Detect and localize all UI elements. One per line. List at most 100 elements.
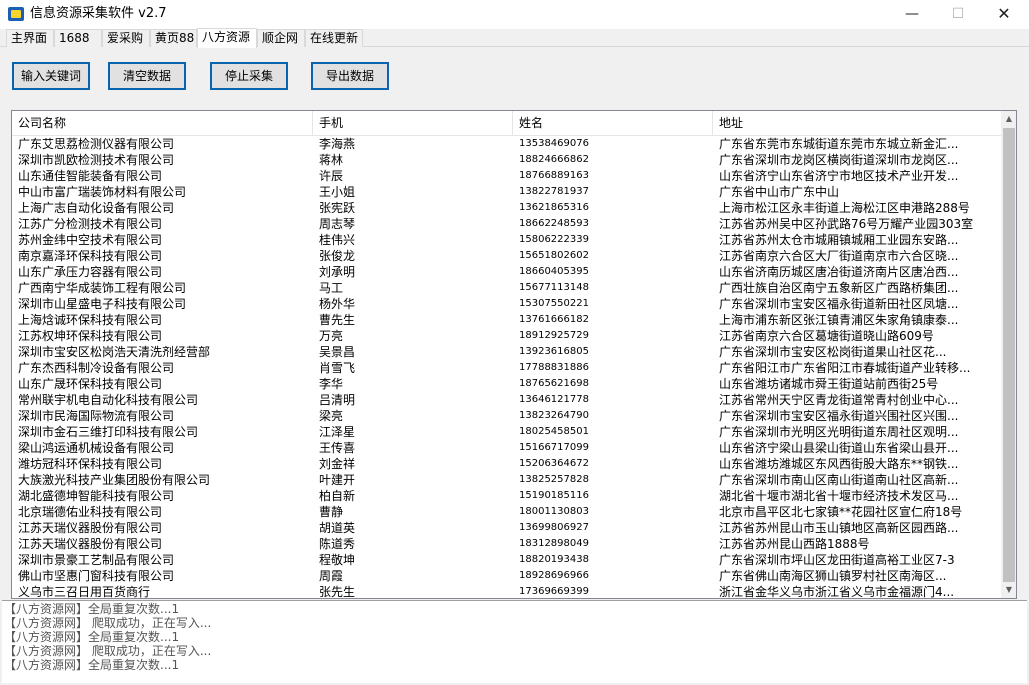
column-header-company[interactable]: 公司名称 bbox=[12, 111, 313, 136]
cell-address: 山东省潍坊潍城区东风西街股大路东**钢铁... bbox=[719, 457, 959, 471]
tab-online-update[interactable]: 在线更新 bbox=[305, 29, 363, 47]
table-row[interactable]: 广东艾思荔检测仪器有限公司 李海燕 13538469076 广东省东莞市东城街道东莞市… bbox=[12, 136, 1002, 152]
cell-name: 15166717099 bbox=[519, 442, 589, 453]
column-header-phone[interactable]: 手机 bbox=[313, 111, 513, 136]
cell-address: 广东省东莞市东城街道东莞市东城立新金汇... bbox=[719, 137, 959, 151]
cell-company: 深圳市凯欧检测技术有限公司 bbox=[18, 153, 175, 167]
cell-name: 13923616805 bbox=[519, 346, 589, 357]
minimize-button[interactable]: — bbox=[889, 0, 935, 29]
table-row[interactable]: 江苏权坤环保科技有限公司 万亮 18912925729 江苏省南京六合区葛塘街道晓山路… bbox=[12, 328, 1002, 344]
scroll-up-icon[interactable]: ▲ bbox=[1001, 111, 1016, 127]
table-row[interactable]: 佛山市坚惠门窗科技有限公司 周霞 18928696966 广东省佛山南海区狮山镇罗村社… bbox=[12, 568, 1002, 584]
cell-phone: 张宪跃 bbox=[319, 201, 356, 215]
cell-name: 18820193438 bbox=[519, 554, 589, 565]
column-header-address[interactable]: 地址 bbox=[713, 111, 1002, 136]
app-logo-icon bbox=[8, 7, 24, 21]
cell-address: 广东省阳江市广东省阳江市春城街道产业转移... bbox=[719, 361, 971, 375]
table-row[interactable]: 山东广承压力容器有限公司 刘承明 18660405395 山东省济南历城区唐冶街道济南… bbox=[12, 264, 1002, 280]
cell-address: 湖北省十堰市湖北省十堰市经济技术发区马... bbox=[719, 489, 959, 503]
cell-phone: 吴景昌 bbox=[319, 345, 356, 359]
vertical-scrollbar[interactable]: ▲ ▼ bbox=[1001, 111, 1016, 598]
table-row[interactable]: 深圳市民海国际物流有限公司 梁亮 13823264790 广东省深圳市宝安区福永街道兴… bbox=[12, 408, 1002, 424]
cell-phone: 陈道秀 bbox=[319, 537, 356, 551]
table-row[interactable]: 北京瑞德佑业科技有限公司 曹静 18001130803 北京市昌平区北七家镇**花园社… bbox=[12, 504, 1002, 520]
table-row[interactable]: 深圳市凯欧检测技术有限公司 蒋林 18824666862 广东省深圳市龙岗区横岗街道深… bbox=[12, 152, 1002, 168]
cell-company: 南京嘉泽环保科技有限公司 bbox=[18, 249, 163, 263]
cell-address: 江苏省苏州吴中区孙武路76号万耀产业园303室 bbox=[719, 217, 974, 231]
table-row[interactable]: 义乌市三召日用百货商行 张先生 17369669399 浙江省金华义乌市浙江省义乌市金… bbox=[12, 584, 1002, 599]
cell-name: 15677113148 bbox=[519, 282, 589, 293]
cell-company: 深圳市山星盛电子科技有限公司 bbox=[18, 297, 187, 311]
table-row[interactable]: 上海焓诚环保科技有限公司 曹先生 13761666182 上海市浦东新区张江镇青浦区朱… bbox=[12, 312, 1002, 328]
table-row[interactable]: 梁山鸿运通机械设备有限公司 王传喜 15166717099 山东省济宁梁山县梁山街道山… bbox=[12, 440, 1002, 456]
table-row[interactable]: 南京嘉泽环保科技有限公司 张俊龙 15651802602 江苏省南京六合区大厂街道南京… bbox=[12, 248, 1002, 264]
table-row[interactable]: 江苏广分检测技术有限公司 周志琴 18662248593 江苏省苏州吴中区孙武路76号… bbox=[12, 216, 1002, 232]
table-row[interactable]: 湖北盛德坤智能科技有限公司 柏自新 15190185116 湖北省十堰市湖北省十堰市经… bbox=[12, 488, 1002, 504]
input-keywords-button[interactable]: 输入关键词 bbox=[12, 62, 90, 90]
table-row[interactable]: 潍坊冠科环保科技有限公司 刘金祥 15206364672 山东省潍坊潍城区东风西街股大… bbox=[12, 456, 1002, 472]
cell-company: 江苏天瑞仪器股份有限公司 bbox=[18, 537, 163, 551]
cell-phone: 张先生 bbox=[319, 585, 356, 599]
cell-phone: 叶建开 bbox=[319, 473, 356, 487]
tab-bafang[interactable]: 八方资源 bbox=[197, 28, 257, 48]
cell-address: 江苏省南京六合区葛塘街道晓山路609号 bbox=[719, 329, 934, 343]
table-row[interactable]: 中山市富广瑞装饰材料有限公司 王小姐 13822781937 广东省中山市广东中山 bbox=[12, 184, 1002, 200]
table-row[interactable]: 上海广志自动化设备有限公司 张宪跃 13621865316 上海市松江区永丰街道上海松… bbox=[12, 200, 1002, 216]
cell-phone: 许辰 bbox=[319, 169, 344, 183]
tab-aicaigou[interactable]: 爱采购 bbox=[102, 29, 150, 47]
scroll-down-icon[interactable]: ▼ bbox=[1001, 582, 1016, 598]
table-row[interactable]: 广西南宁华成装饰工程有限公司 马工 15677113148 广西壮族自治区南宁五象新区… bbox=[12, 280, 1002, 296]
cell-name: 18662248593 bbox=[519, 218, 589, 229]
table-row[interactable]: 大族激光科技产业集团股份有限公司 叶建开 13825257828 广东省深圳市南山区南… bbox=[12, 472, 1002, 488]
tab-shunqi[interactable]: 顺企网 bbox=[257, 29, 305, 47]
cell-company: 山东广晟环保科技有限公司 bbox=[18, 377, 163, 391]
close-button[interactable]: ✕ bbox=[981, 0, 1027, 29]
cell-company: 深圳市宝安区松岗浩天清洗剂经营部 bbox=[18, 345, 211, 359]
table-row[interactable]: 山东广晟环保科技有限公司 李华 18765621698 山东省潍坊诸城市舜王街道站前西… bbox=[12, 376, 1002, 392]
cell-phone: 江泽星 bbox=[319, 425, 356, 439]
cell-address: 广东省深圳市龙岗区横岗街道深圳市龙岗区... bbox=[719, 153, 959, 167]
cell-name: 15806222339 bbox=[519, 234, 589, 245]
table-row[interactable]: 深圳市景豪工艺制品有限公司 程敬坤 18820193438 广东省深圳市坪山区龙田街道… bbox=[12, 552, 1002, 568]
tab-1688[interactable]: 1688 bbox=[54, 29, 102, 47]
maximize-button[interactable]: ☐ bbox=[935, 0, 981, 29]
log-output[interactable]: 【八方资源网】全局重复次数...1 【八方资源网】 爬取成功，正在写入... 【八方… bbox=[2, 600, 1027, 683]
log-line: 【八方资源网】 爬取成功，正在写入... bbox=[4, 644, 212, 658]
tab-huangye88[interactable]: 黄页88 bbox=[150, 29, 197, 47]
table-row[interactable]: 苏州金纬中空技术有限公司 桂伟兴 15806222339 江苏省苏州太仓市城厢镇城厢工… bbox=[12, 232, 1002, 248]
clear-data-button[interactable]: 清空数据 bbox=[108, 62, 186, 90]
cell-company: 中山市富广瑞装饰材料有限公司 bbox=[18, 185, 187, 199]
table-row[interactable]: 山东通佳智能装备有限公司 许辰 18766889163 山东省济宁山东省济宁市地区技术… bbox=[12, 168, 1002, 184]
stop-collect-button[interactable]: 停止采集 bbox=[210, 62, 288, 90]
cell-company: 广东艾思荔检测仪器有限公司 bbox=[18, 137, 175, 151]
cell-name: 18765621698 bbox=[519, 378, 589, 389]
results-table[interactable]: 公司名称 手机 姓名 地址 广东艾思荔检测仪器有限公司 李海燕 1353846907… bbox=[11, 110, 1017, 599]
cell-company: 山东广承压力容器有限公司 bbox=[18, 265, 163, 279]
cell-address: 广东省深圳市宝安区松岗街道果山社区花... bbox=[719, 345, 947, 359]
table-row[interactable]: 江苏天瑞仪器股份有限公司 陈道秀 18312898049 江苏省苏州昆山西路1888号 bbox=[12, 536, 1002, 552]
table-row[interactable]: 深圳市金石三维打印科技有限公司 江泽星 18025458501 广东省深圳市光明区光明… bbox=[12, 424, 1002, 440]
table-row[interactable]: 深圳市山星盛电子科技有限公司 杨外华 15307550221 广东省深圳市宝安区福永街… bbox=[12, 296, 1002, 312]
scrollbar-thumb[interactable] bbox=[1003, 128, 1015, 582]
cell-name: 18912925729 bbox=[519, 330, 589, 341]
cell-phone: 柏自新 bbox=[319, 489, 356, 503]
cell-address: 江苏省苏州太仓市城厢镇城厢工业园东安路... bbox=[719, 233, 959, 247]
cell-name: 13646121778 bbox=[519, 394, 589, 405]
column-header-name[interactable]: 姓名 bbox=[513, 111, 713, 136]
cell-company: 上海焓诚环保科技有限公司 bbox=[18, 313, 163, 327]
tab-main[interactable]: 主界面 bbox=[6, 29, 54, 47]
table-row[interactable]: 常州联宇机电自动化科技有限公司 吕清明 13646121778 江苏省常州天宁区青龙街… bbox=[12, 392, 1002, 408]
cell-name: 15651802602 bbox=[519, 250, 589, 261]
cell-name: 13825257828 bbox=[519, 474, 589, 485]
cell-name: 15206364672 bbox=[519, 458, 589, 469]
cell-name: 18312898049 bbox=[519, 538, 589, 549]
table-row[interactable]: 深圳市宝安区松岗浩天清洗剂经营部 吴景昌 13923616805 广东省深圳市宝安区松… bbox=[12, 344, 1002, 360]
cell-name: 13823264790 bbox=[519, 410, 589, 421]
table-row[interactable]: 江苏天瑞仪器股份有限公司 胡道英 13699806927 江苏省苏州昆山市玉山镇地区高… bbox=[12, 520, 1002, 536]
cell-address: 浙江省金华义乌市浙江省义乌市金福源门4... bbox=[719, 585, 955, 599]
cell-company: 佛山市坚惠门窗科技有限公司 bbox=[18, 569, 175, 583]
cell-phone: 桂伟兴 bbox=[319, 233, 356, 247]
export-data-button[interactable]: 导出数据 bbox=[311, 62, 389, 90]
table-row[interactable]: 广东杰西科制冷设备有限公司 肖雪飞 17788831886 广东省阳江市广东省阳江市春… bbox=[12, 360, 1002, 376]
table-header: 公司名称 手机 姓名 地址 bbox=[12, 111, 1002, 136]
